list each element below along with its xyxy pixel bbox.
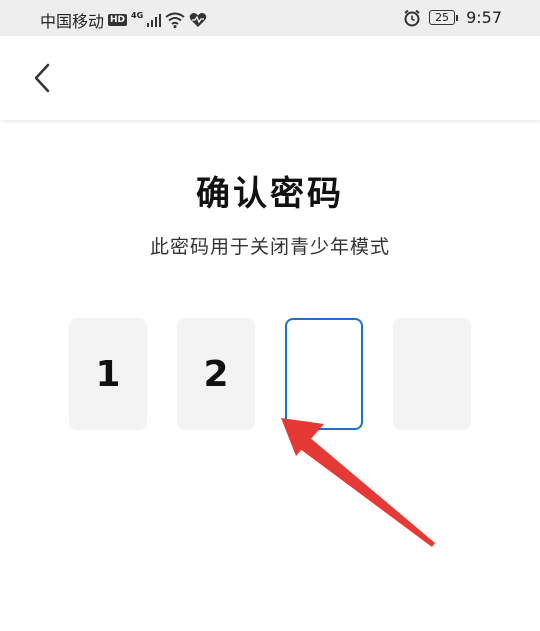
chevron-left-icon — [34, 63, 50, 93]
page-subtitle: 此密码用于关闭青少年模式 — [149, 236, 390, 258]
nav-bar — [0, 36, 540, 120]
wifi-icon — [165, 12, 185, 28]
back-button[interactable] — [24, 56, 60, 100]
battery-indicator: 25 — [429, 10, 459, 25]
hd-badge: HD — [108, 14, 128, 26]
battery-tip — [456, 14, 459, 21]
carrier-label: 中国移动 — [40, 12, 105, 31]
battery-level: 25 — [429, 10, 456, 25]
pin-digit-3[interactable] — [285, 318, 363, 430]
status-right: 25 9:57 — [403, 8, 502, 27]
signal-icon — [147, 14, 162, 27]
arrow-shaft — [292, 431, 435, 547]
pin-digit-1[interactable]: 1 — [69, 318, 147, 430]
status-left: 中国移动 HD 4G — [40, 8, 207, 32]
pin-digit-2[interactable]: 2 — [177, 318, 255, 430]
clock: 9:57 — [466, 8, 502, 27]
network-type-label: 4G — [131, 10, 144, 20]
pin-digit-4[interactable] — [393, 318, 471, 430]
alarm-icon — [404, 9, 420, 26]
heart-rate-icon — [189, 13, 207, 27]
page-title: 确认密码 — [196, 174, 344, 214]
status-bar: 中国移动 HD 4G 25 9:57 — [0, 0, 540, 36]
